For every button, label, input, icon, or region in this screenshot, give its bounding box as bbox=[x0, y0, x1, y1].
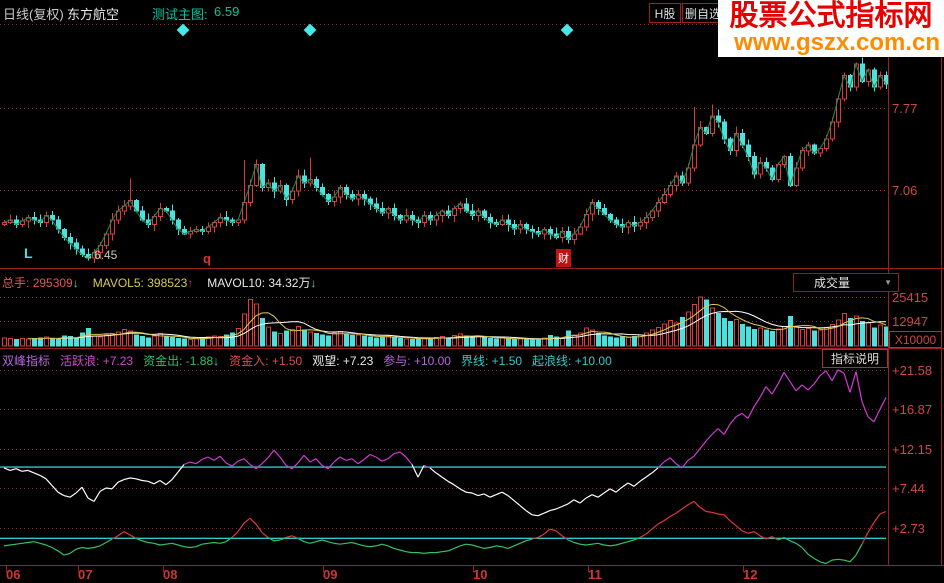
overlay-indicator-value: 6.59 bbox=[214, 4, 240, 19]
timeline-month-07: 07 bbox=[78, 567, 93, 582]
indicator-field-canyu: 参与: +10.00 bbox=[383, 354, 451, 368]
indicator-axis-label-5: +2.73 bbox=[892, 521, 925, 536]
down-arrow-icon: ↓ bbox=[310, 276, 317, 290]
price-axis-label-2: 7.06 bbox=[892, 183, 918, 198]
period-label: 日线(复权) bbox=[3, 7, 64, 22]
total-hands-field: 总手: 295309↓ bbox=[2, 276, 79, 290]
event-label-L: L bbox=[24, 245, 33, 261]
down-arrow-icon: ↓ bbox=[213, 354, 220, 368]
indicator-field-zijinru: 资金入: +1.50 bbox=[229, 354, 303, 368]
up-arrow-icon: ↑ bbox=[187, 275, 194, 290]
indicator-axis-label-1: +21.58 bbox=[892, 363, 933, 378]
overlay-indicator-label: 测试主图: bbox=[152, 7, 208, 22]
indicator-axis-label-3: +12.15 bbox=[892, 442, 933, 457]
watermark: 股票公式指标网 www.gszx.com.cn bbox=[718, 0, 944, 57]
watermark-site-url: www.gszx.com.cn bbox=[734, 29, 940, 56]
timeline-month-10: 10 bbox=[473, 567, 488, 582]
volume-indicator-dropdown[interactable]: 成交量 ▼ bbox=[793, 273, 899, 292]
event-badge-cai: 财 bbox=[556, 249, 571, 267]
event-label-q: q bbox=[203, 251, 211, 266]
indicator-axis-label-4: +7.44 bbox=[892, 481, 925, 496]
volume-header: 总手: 295309↓ MAVOL5: 398523↑ MAVOL10: 34.… bbox=[2, 274, 316, 291]
indicator-name: 双峰指标 bbox=[2, 354, 51, 368]
volume-axis-label-1: 25415 bbox=[892, 290, 929, 305]
indicator-axis-label-2: +16.87 bbox=[892, 402, 933, 417]
indicator-field-zijinchu: 资金出: -1.88↓ bbox=[143, 354, 220, 368]
mavol10-field: MAVOL10: 34.32万↓ bbox=[207, 276, 317, 290]
timeline-month-09: 09 bbox=[323, 567, 338, 582]
volume-unit-label: X10000 bbox=[889, 331, 942, 348]
indicator-field-jiexian: 界线: +1.50 bbox=[460, 354, 523, 368]
indicator-header: 双峰指标 活跃浪: +7.23 资金出: -1.88↓ 资金入: +1.50 观… bbox=[2, 352, 612, 369]
timeline-month-11: 11 bbox=[588, 567, 602, 582]
h-share-button[interactable]: H股 bbox=[649, 3, 681, 23]
timeline-month-12: 12 bbox=[743, 567, 758, 582]
indicator-field-huoyuelang: 活跃浪: +7.23 bbox=[60, 354, 134, 368]
chevron-down-icon: ▼ bbox=[884, 278, 892, 287]
timeline-month-08: 08 bbox=[163, 567, 178, 582]
indicator-field-guanwang: 观望: +7.23 bbox=[312, 354, 374, 368]
indicator-help-button[interactable]: 指标说明 bbox=[822, 349, 888, 368]
watermark-site-name: 股票公式指标网 bbox=[729, 0, 933, 32]
mavol5-field: MAVOL5: 398523↑ bbox=[92, 275, 194, 290]
stock-name: 东方航空 bbox=[67, 7, 120, 22]
trading-app-window: 日线(复权) 东方航空 测试主图: 6.59 H股 删自选 股票公式指标网 ww… bbox=[0, 0, 944, 583]
low-price-annotation: ←6.45 bbox=[82, 248, 118, 262]
price-axis-label-1: 7.77 bbox=[892, 101, 918, 116]
volume-axis-label-2: 12947 bbox=[892, 314, 929, 329]
indicator-field-qilangxian: 起浪线: +10.00 bbox=[532, 354, 612, 368]
timeline-month-06: 06 bbox=[6, 567, 21, 582]
down-arrow-icon: ↓ bbox=[72, 276, 79, 290]
